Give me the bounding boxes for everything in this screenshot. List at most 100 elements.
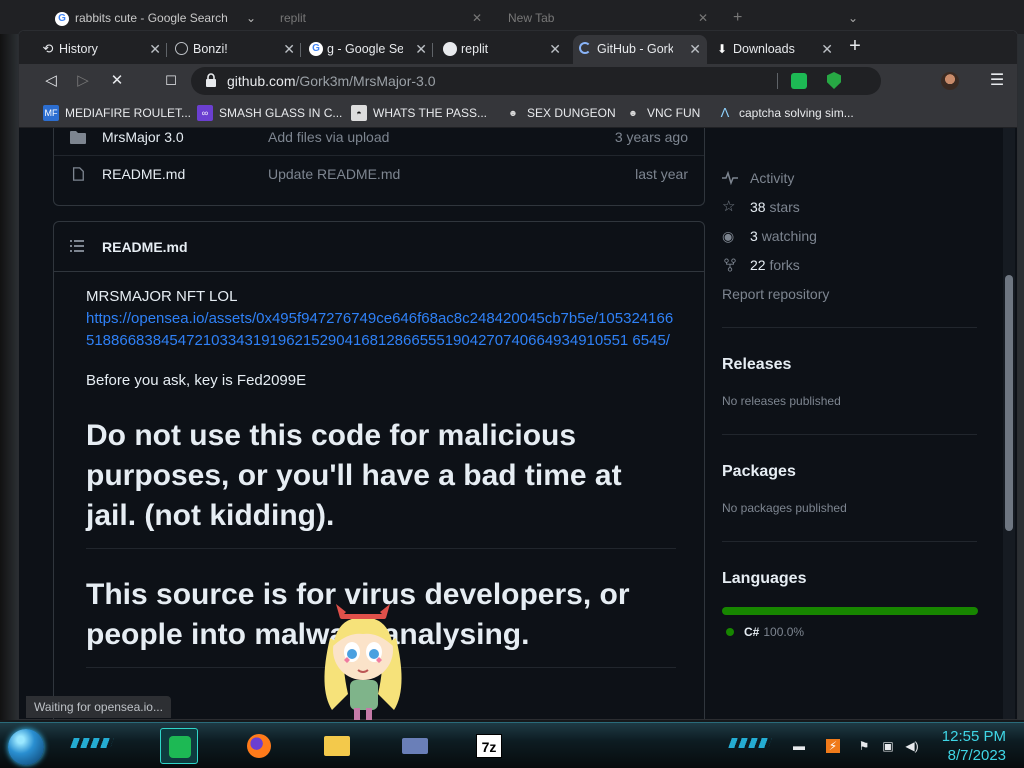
tab-bonzi[interactable]: Bonzi! ✕ xyxy=(169,35,301,64)
start-button[interactable] xyxy=(8,729,44,765)
language-bar xyxy=(722,607,978,615)
list-icon[interactable] xyxy=(70,240,84,252)
spotify-icon[interactable] xyxy=(160,728,198,764)
shield-extension-icon[interactable] xyxy=(827,72,841,89)
file-name[interactable]: README.md xyxy=(102,156,185,193)
close-icon[interactable]: ✕ xyxy=(283,35,295,64)
file-list: MrsMajor 3.0 Add files via upload 3 year… xyxy=(53,128,705,206)
folder-icon xyxy=(70,131,86,144)
file-icon xyxy=(72,167,84,181)
close-icon[interactable]: ✕ xyxy=(821,35,833,64)
tab-label: History xyxy=(59,42,98,56)
scrollbar-thumb[interactable] xyxy=(1005,275,1013,531)
releases-empty: No releases published xyxy=(722,394,841,408)
background-tab-new[interactable]: New Tab xyxy=(508,6,568,30)
chevron-down-icon[interactable]: ⌄ xyxy=(246,6,256,30)
mediafire-icon: MF xyxy=(43,105,59,121)
commit-message[interactable]: Update README.md xyxy=(268,156,400,193)
close-icon[interactable]: ✕ xyxy=(472,6,482,30)
file-explorer-icon[interactable] xyxy=(318,728,356,764)
google-icon: G xyxy=(55,11,69,26)
chevron-down-icon[interactable]: ⌄ xyxy=(848,6,858,30)
opensea-link[interactable]: https://opensea.io/assets/0x495f94727674… xyxy=(86,308,676,352)
system-clock[interactable]: 12:55 PM 8/7/2023 xyxy=(942,727,1006,765)
stop-loading-button[interactable]: ✕ xyxy=(105,69,129,93)
file-name[interactable]: MrsMajor 3.0 xyxy=(102,128,184,156)
releases-heading[interactable]: Releases xyxy=(722,356,791,374)
close-icon[interactable]: ✕ xyxy=(149,35,161,64)
close-icon[interactable]: ✕ xyxy=(549,35,561,64)
close-icon[interactable]: ✕ xyxy=(698,6,708,30)
tab-github[interactable]: GitHub - Gork3m/MrsMajor-3.0 ✕ xyxy=(573,35,707,64)
globe-icon xyxy=(443,42,457,56)
tab-strip: ⟲ History ✕ Bonzi! ✕ G g - Google Search… xyxy=(19,31,1017,64)
show-desktop-icon[interactable]: ▬ xyxy=(792,739,806,753)
robot-icon: ◓ xyxy=(351,105,367,121)
browser-status-bar: Waiting for opensea.io... xyxy=(26,696,171,718)
new-tab-icon[interactable]: + xyxy=(733,6,742,30)
notification-icon[interactable]: ⚡ xyxy=(826,739,840,753)
commit-date: 3 years ago xyxy=(614,129,688,145)
history-icon: ⟲ xyxy=(42,41,54,56)
bookmark-vnc-fun[interactable]: ☻ VNC FUN xyxy=(625,98,700,128)
tab-replit[interactable]: replit ✕ xyxy=(437,35,567,64)
bookmark-whats-the-pass[interactable]: ◓ WHATS THE PASS... xyxy=(351,98,487,128)
close-icon[interactable]: ✕ xyxy=(689,35,701,64)
new-tab-button[interactable]: + xyxy=(845,36,865,57)
tab-label: Downloads xyxy=(733,42,795,56)
packages-empty: No packages published xyxy=(722,501,847,515)
tab-google-search[interactable]: G g - Google Search ✕ xyxy=(303,35,433,64)
tab-label: g - Google Search xyxy=(327,42,403,56)
tab-label: replit xyxy=(461,42,489,56)
clock-date: 8/7/2023 xyxy=(947,747,1006,764)
tab-label: Bonzi! xyxy=(193,42,228,56)
taskbar: 7z ▬ ⚡ ⚑ ▣ ◀) 12:55 PM 8/7/2023 xyxy=(0,722,1024,768)
alien-icon: ☻ xyxy=(628,108,638,118)
languages-heading: Languages xyxy=(722,570,807,587)
clock-time: 12:55 PM xyxy=(941,728,1006,745)
readme-paragraph: MRSMAJOR NFT LOL xyxy=(86,288,238,305)
back-button[interactable]: ◁ xyxy=(39,69,63,93)
bookmark-icon[interactable]: ☐ xyxy=(159,69,183,93)
page-scrollbar[interactable] xyxy=(1003,128,1015,719)
table-row[interactable]: MrsMajor 3.0 Add files via upload 3 year… xyxy=(54,128,704,155)
firefox-icon[interactable] xyxy=(240,728,278,764)
spotify-extension-icon[interactable] xyxy=(791,73,807,89)
background-tab-rabbits[interactable]: Grabbits cute - Google Search xyxy=(55,6,260,30)
flag-icon[interactable]: ⚑ xyxy=(857,739,871,753)
background-tab-replit[interactable]: replit xyxy=(280,6,340,30)
network-card-icon[interactable] xyxy=(396,728,434,764)
url-text: github.com/Gork3m/MrsMajor-3.0 xyxy=(227,73,436,89)
bookmark-smash-glass[interactable]: ∞ SMASH GLASS IN C... xyxy=(197,98,342,128)
browser-toolbar: ◁ ▷ ✕ ☐ github.com/Gork3m/MrsMajor-3.0 ☰ xyxy=(19,64,1017,98)
packages-heading[interactable]: Packages xyxy=(722,463,796,481)
star-icon: ☆ xyxy=(722,198,736,215)
network-icon[interactable]: ▣ xyxy=(881,739,895,753)
table-row[interactable]: README.md Update README.md last year xyxy=(54,155,704,192)
github-page: MrsMajor 3.0 Add files via upload 3 year… xyxy=(19,128,1017,719)
menu-icon[interactable]: ☰ xyxy=(985,69,1009,93)
7zip-icon[interactable]: 7z xyxy=(470,728,508,764)
lambda-icon: Λ xyxy=(720,105,730,120)
close-icon[interactable]: ✕ xyxy=(415,35,427,64)
volume-icon[interactable]: ◀) xyxy=(905,739,919,753)
browser-window: ⟲ History ✕ Bonzi! ✕ G g - Google Search… xyxy=(18,30,1018,720)
commit-message[interactable]: Add files via upload xyxy=(268,128,389,156)
fork-icon xyxy=(724,258,736,272)
profile-avatar[interactable] xyxy=(941,72,959,90)
readme-title[interactable]: README.md xyxy=(102,222,188,272)
cartoon-character-sticker xyxy=(324,604,402,720)
forward-button[interactable]: ▷ xyxy=(71,69,95,93)
tab-history[interactable]: ⟲ History ✕ xyxy=(35,35,167,64)
address-bar[interactable]: github.com/Gork3m/MrsMajor-3.0 xyxy=(191,67,881,95)
pulse-icon xyxy=(722,171,738,185)
repo-sidebar: Activity ☆ 38 stars ◉ 3 watching 22 fork… xyxy=(722,128,992,719)
tab-downloads[interactable]: ⬇ Downloads ✕ xyxy=(709,35,839,64)
readme-heading: Do not use this code for malicious purpo… xyxy=(86,416,676,549)
bookmark-sex-dungeon[interactable]: ☻ SEX DUNGEON xyxy=(505,98,615,128)
language-item[interactable]: C# 100.0% xyxy=(726,625,804,639)
bookmark-mediafire[interactable]: MF MEDIAFIRE ROULET... xyxy=(43,98,191,128)
background-tab-label: rabbits cute - Google Search xyxy=(75,11,228,25)
bookmark-captcha[interactable]: Λcaptcha solving sim... xyxy=(717,98,854,128)
readme-paragraph: Before you ask, key is Fed2099E xyxy=(86,372,307,389)
